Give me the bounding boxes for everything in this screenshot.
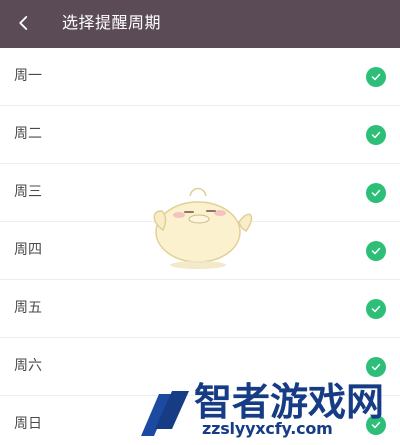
day-row-saturday[interactable]: 周六 [0,338,400,396]
reminder-day-list: 周一 周二 周三 周四 周五 周六 周日 [0,48,400,445]
day-label: 周二 [14,126,42,142]
checkmark-icon [366,183,386,203]
day-label: 周四 [14,242,42,258]
day-row-sunday[interactable]: 周日 [0,396,400,445]
checkmark-icon [366,67,386,87]
page-title: 选择提醒周期 [62,13,162,32]
day-label: 周一 [14,68,42,84]
day-label: 周六 [14,358,42,374]
day-row-tuesday[interactable]: 周二 [0,106,400,164]
day-row-friday[interactable]: 周五 [0,280,400,338]
checkmark-icon [366,357,386,377]
day-label: 周五 [14,300,42,316]
day-label: 周三 [14,184,42,200]
day-row-thursday[interactable]: 周四 [0,222,400,280]
back-button[interactable] [10,8,38,38]
checkmark-icon [366,299,386,319]
day-label: 周日 [14,416,42,432]
day-row-wednesday[interactable]: 周三 [0,164,400,222]
checkmark-icon [366,241,386,261]
chevron-left-icon [19,16,28,30]
day-row-monday[interactable]: 周一 [0,48,400,106]
checkmark-icon [366,415,386,435]
app-header: 选择提醒周期 [0,0,400,48]
checkmark-icon [366,125,386,145]
